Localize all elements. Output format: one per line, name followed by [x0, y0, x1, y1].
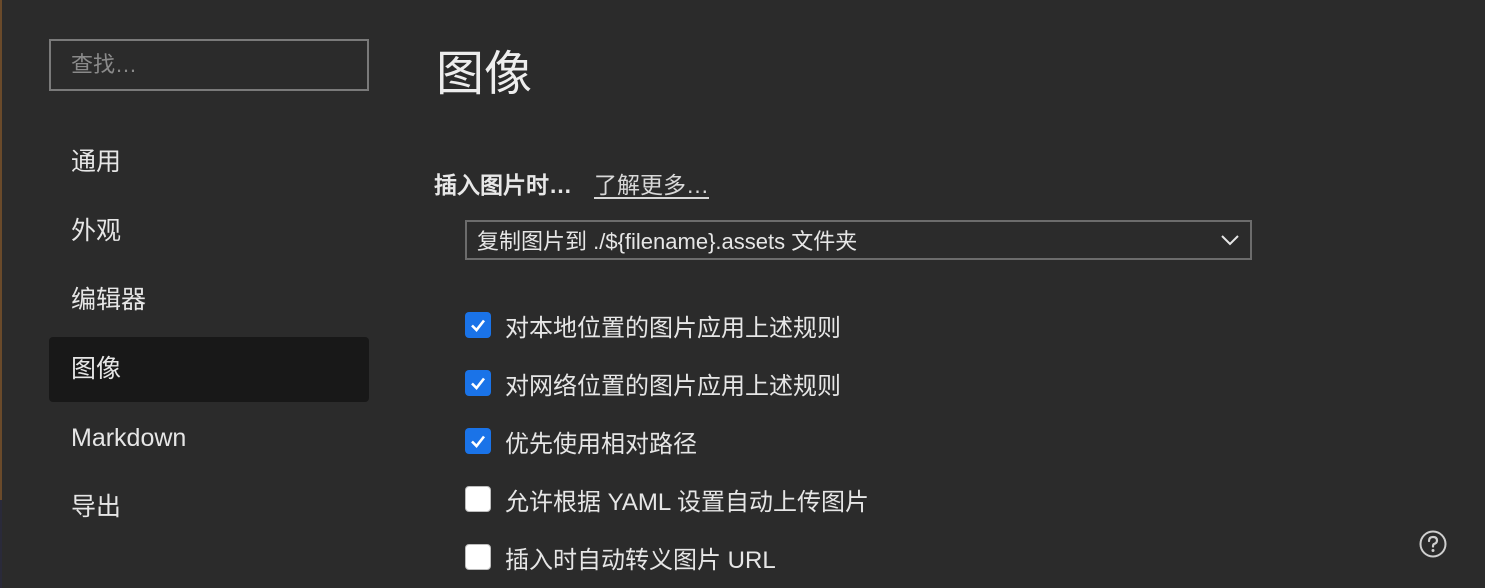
sidebar-item-general[interactable]: 通用	[49, 130, 369, 195]
option-label: 对本地位置的图片应用上述规则	[505, 314, 841, 342]
checkbox-relative-path[interactable]	[465, 428, 491, 454]
help-icon[interactable]	[1418, 529, 1448, 559]
sidebar-item-export[interactable]: 导出	[49, 475, 369, 540]
option-label: 对网络位置的图片应用上述规则	[505, 372, 841, 400]
checkbox-escape-url[interactable]	[465, 544, 491, 570]
page-title: 图像	[436, 48, 533, 101]
checkbox-local-images[interactable]	[465, 312, 491, 338]
learn-more-link[interactable]: 了解更多…	[594, 166, 709, 200]
option-label: 允许根据 YAML 设置自动上传图片	[505, 488, 870, 516]
window-edge	[0, 0, 2, 500]
option-label: 优先使用相对路径	[505, 430, 697, 458]
sidebar-item-image[interactable]: 图像	[49, 337, 369, 402]
option-local-images: 对本地位置的图片应用上述规则	[465, 296, 869, 354]
check-icon	[471, 319, 486, 332]
sidebar-nav: 通用 外观 编辑器 图像 Markdown 导出	[49, 130, 369, 544]
option-yaml-upload: 允许根据 YAML 设置自动上传图片	[465, 470, 869, 528]
sidebar-item-editor[interactable]: 编辑器	[49, 268, 369, 333]
search-input[interactable]	[49, 39, 369, 91]
insert-image-label: 插入图片时…	[434, 172, 572, 198]
image-options: 对本地位置的图片应用上述规则 对网络位置的图片应用上述规则 优先使用相对路径 允…	[465, 296, 869, 586]
checkbox-yaml-upload[interactable]	[465, 486, 491, 512]
insert-image-row: 插入图片时… 了解更多…	[434, 166, 709, 200]
option-escape-url: 插入时自动转义图片 URL	[465, 528, 869, 586]
checkbox-network-images[interactable]	[465, 370, 491, 396]
image-action-select[interactable]: 复制图片到 ./${filename}.assets 文件夹	[465, 220, 1252, 260]
option-label: 插入时自动转义图片 URL	[505, 546, 776, 574]
check-icon	[471, 377, 486, 390]
sidebar-item-markdown[interactable]: Markdown	[49, 406, 369, 471]
check-icon	[471, 435, 486, 448]
sidebar-item-appearance[interactable]: 外观	[49, 199, 369, 264]
option-relative-path: 优先使用相对路径	[465, 412, 869, 470]
image-action-value: 复制图片到 ./${filename}.assets 文件夹	[477, 229, 858, 254]
preferences-window: 通用 外观 编辑器 图像 Markdown 导出 图像 插入图片时… 了解更多……	[0, 0, 1485, 588]
option-network-images: 对网络位置的图片应用上述规则	[465, 354, 869, 412]
window-edge-bottom	[0, 500, 2, 588]
chevron-down-icon	[1220, 234, 1240, 246]
